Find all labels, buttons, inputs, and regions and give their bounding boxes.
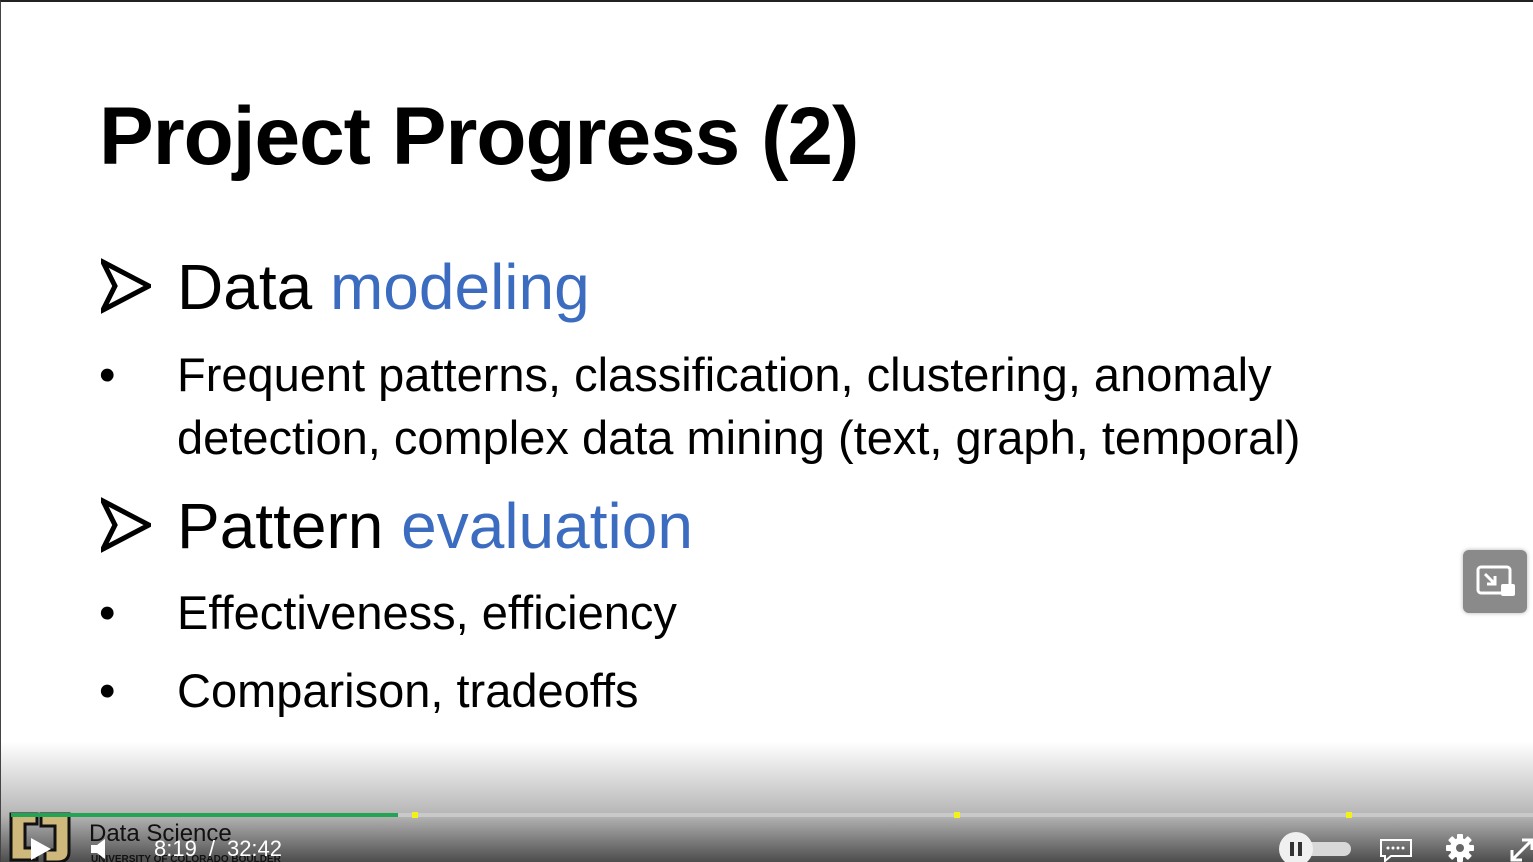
bullet-dot: • xyxy=(99,664,116,717)
video-player[interactable]: Project Progress (2) Data modeling • Fre… xyxy=(0,0,1533,862)
bullet-dot: • xyxy=(99,348,116,401)
captions-button[interactable] xyxy=(1379,838,1413,862)
pause-toggle-icon xyxy=(1290,842,1302,856)
seek-bar-played xyxy=(11,813,398,817)
bullet-item: • Comparison, tradeoffs xyxy=(99,659,639,722)
pip-icon xyxy=(1476,565,1515,596)
heading-accent-text: evaluation xyxy=(401,490,693,562)
arrowhead-bullet-icon xyxy=(101,258,151,314)
chapter-marker[interactable] xyxy=(1346,812,1352,818)
fullscreen-icon xyxy=(1510,838,1533,862)
bullet-text-line: Comparison, tradeoffs xyxy=(177,664,639,717)
volume-button[interactable] xyxy=(89,836,111,862)
captions-icon xyxy=(1380,839,1412,862)
bullet-text-line: detection, complex data mining (text, gr… xyxy=(177,411,1301,464)
heading-plain-text: Pattern xyxy=(177,490,384,562)
bullet-item: • Effectiveness, efficiency xyxy=(99,581,677,644)
seek-bar[interactable] xyxy=(11,812,1533,818)
chapter-marker[interactable] xyxy=(954,812,960,818)
fullscreen-button[interactable] xyxy=(1508,834,1533,862)
current-time: 8:19 xyxy=(154,836,197,861)
settings-button[interactable] xyxy=(1445,833,1475,862)
toggle-knob xyxy=(1279,832,1313,862)
bullet-dot: • xyxy=(99,586,116,639)
bullet-text-line: Effectiveness, efficiency xyxy=(177,586,677,639)
picture-in-picture-button[interactable] xyxy=(1463,550,1527,613)
time-separator: / xyxy=(208,836,215,861)
bullet-item: • Frequent patterns, classification, clu… xyxy=(99,343,1300,469)
duration: 32:42 xyxy=(226,836,283,861)
settings-gear-icon xyxy=(1446,834,1474,862)
play-icon xyxy=(31,838,51,860)
volume-icon xyxy=(91,839,105,859)
heading-plain-text: Data xyxy=(177,251,313,323)
section-heading-data-modeling: Data modeling xyxy=(101,250,590,324)
section-heading-pattern-evaluation: Pattern evaluation xyxy=(101,489,693,563)
pause-toggle[interactable] xyxy=(1279,832,1351,862)
time-display: 8:19 / 32:42 xyxy=(154,836,282,862)
bullet-text-line: Frequent patterns, classification, clust… xyxy=(177,348,1272,401)
arrowhead-bullet-icon xyxy=(101,497,151,553)
heading-accent-text: modeling xyxy=(329,251,590,323)
play-button[interactable] xyxy=(27,834,55,862)
chapter-marker[interactable] xyxy=(412,812,418,818)
slide-title: Project Progress (2) xyxy=(99,91,859,182)
